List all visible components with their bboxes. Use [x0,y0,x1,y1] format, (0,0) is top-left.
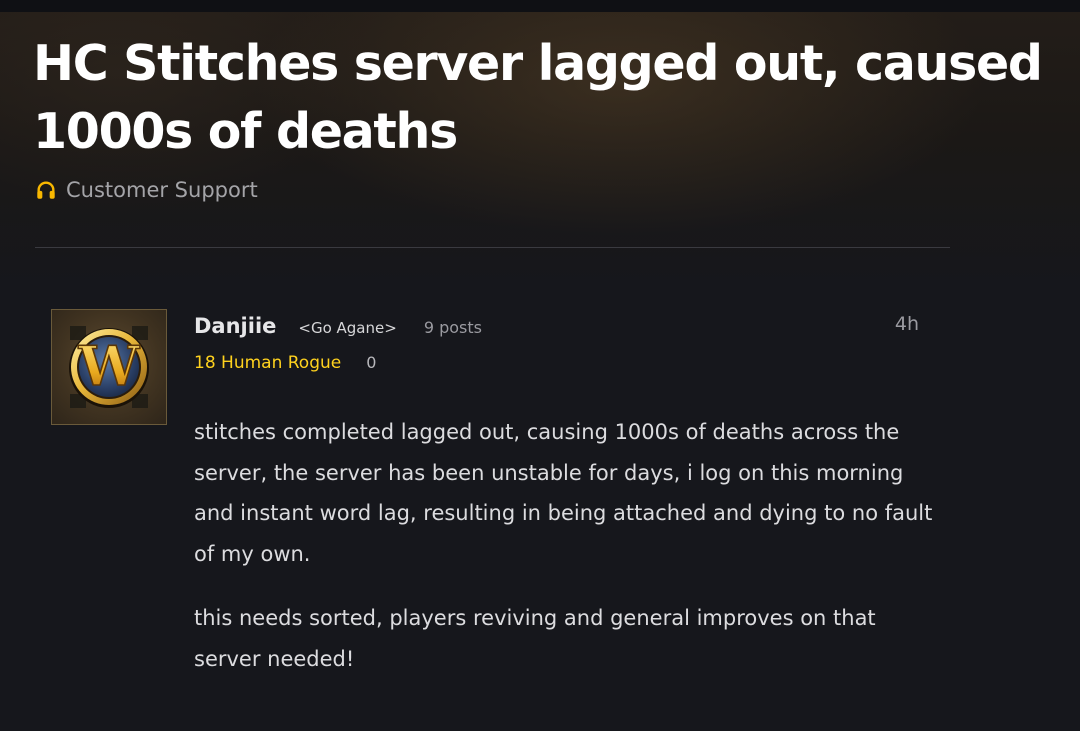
headphones-icon [37,181,55,199]
post-time[interactable]: 4h [895,313,919,335]
avatar[interactable]: W [51,309,167,425]
author-guild: <Go Agane> [298,319,397,337]
category-link[interactable]: Customer Support [35,178,258,202]
author-meta: 18 Human Rogue 0 [194,353,376,373]
author-name[interactable]: Danjiie [194,314,276,338]
post-body: stitches completed lagged out, causing 1… [194,412,934,703]
post-paragraph: stitches completed lagged out, causing 1… [194,420,933,566]
avatar-letter: W [78,334,141,398]
achievement-points: 0 [366,353,377,372]
top-nav-strip [0,0,1080,12]
character-info: 18 Human Rogue [194,353,342,373]
author-post-count: 9 posts [423,318,482,337]
wow-logo-avatar: W [69,326,149,408]
header-divider [35,247,950,248]
topic-title: HC Stitches server lagged out, caused 10… [33,35,1043,160]
post-paragraph: this needs sorted, players reviving and … [194,606,876,671]
author-line: Danjiie <Go Agane> 9 posts [194,314,482,338]
category-label: Customer Support [66,178,258,202]
